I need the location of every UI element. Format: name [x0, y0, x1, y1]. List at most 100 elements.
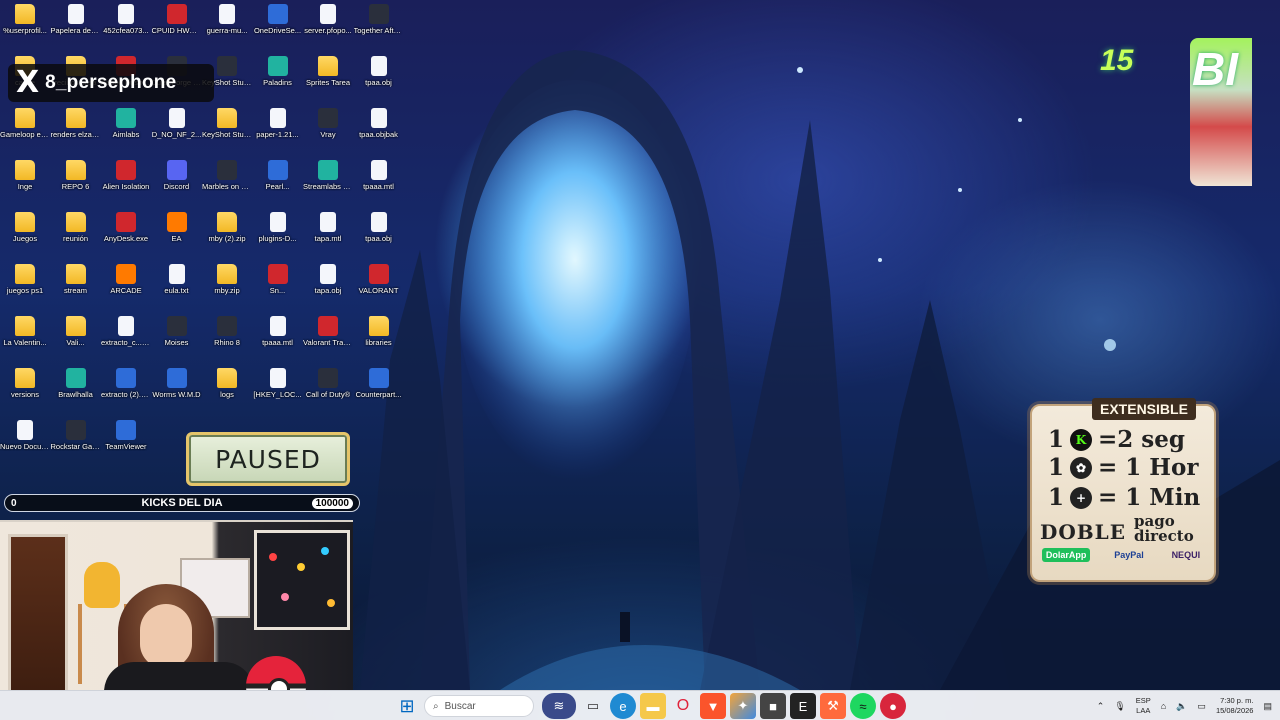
desktop-icon[interactable]: libraries — [354, 316, 404, 366]
start-button[interactable]: ⊞ — [394, 693, 420, 719]
desktop-icon[interactable]: Together After Dark — [354, 4, 404, 54]
app-icon — [267, 56, 288, 76]
desktop-icon[interactable]: mby (2).zip — [202, 212, 252, 262]
desktop-icon[interactable]: tpaa.obj — [354, 56, 404, 106]
file-explorer-icon[interactable]: ▬ — [640, 693, 666, 719]
desktop-icon[interactable]: tpaa.obj — [354, 212, 404, 262]
app-cube-icon[interactable]: ■ — [760, 693, 786, 719]
desktop-icon[interactable]: versions — [0, 368, 50, 418]
desktop-icon[interactable]: TeamViewer — [101, 420, 151, 470]
notification-icon[interactable]: ▤ — [1263, 701, 1272, 712]
desktop-icon[interactable]: OneDriveSe... — [253, 4, 303, 54]
desktop-icon[interactable]: Counterpart... — [354, 368, 404, 418]
desktop-icon[interactable]: [HKEY_LOC... — [253, 368, 303, 418]
chevron-up-icon[interactable]: ⌃ — [1097, 701, 1105, 712]
desktop-icon[interactable]: ARCADE — [101, 264, 151, 314]
desktop-icon-label: Rockstar Games... — [50, 442, 101, 451]
desktop-icon[interactable]: Inge — [0, 160, 50, 210]
desktop-icon[interactable]: mby.zip — [202, 264, 252, 314]
desktop-icon[interactable]: tpaaa.mtl — [253, 316, 303, 366]
desktop-icon-label: libraries — [365, 338, 392, 347]
desktop-icon[interactable]: Discord — [152, 160, 202, 210]
desktop-icon[interactable]: extracto (2).doc — [101, 368, 151, 418]
desktop-icon[interactable]: Nuevo Documen... — [0, 420, 50, 470]
desktop-icon[interactable]: tpaa.objbak — [354, 108, 404, 158]
desktop-icon[interactable]: Vray — [303, 108, 353, 158]
desktop-icon[interactable]: Sn... — [253, 264, 303, 314]
desktop-icon-label: Aimlabs — [112, 130, 140, 139]
desktop-icon[interactable]: Alien Isolation — [101, 160, 151, 210]
network-icon[interactable]: ⌂ — [1161, 701, 1166, 711]
desktop-icon-label: Streamlabs Desktop — [303, 182, 353, 191]
obs-icon[interactable]: ● — [880, 693, 906, 719]
opera-icon[interactable]: O — [670, 693, 696, 719]
desktop-icon[interactable]: eula.txt — [152, 264, 202, 314]
desktop-icon[interactable]: Gameloop emulador — [0, 108, 50, 158]
desktop-icon-label: tpaaa.mtl — [262, 338, 293, 347]
file-icon — [320, 212, 336, 232]
desktop-icon[interactable]: %userprofil... — [0, 4, 50, 54]
epic-games-icon[interactable]: E — [790, 693, 816, 719]
taskbar-search[interactable]: ⌕ Buscar — [424, 695, 534, 717]
microphone-icon[interactable]: 🎙 — [1114, 701, 1125, 712]
desktop-icon[interactable]: REPO 6 — [51, 160, 101, 210]
desktop-icon-label: Alien Isolation — [102, 182, 150, 191]
desktop-icon-label: Valorant Tracker — [303, 338, 353, 347]
desktop-icon[interactable]: Valorant Tracker — [303, 316, 353, 366]
brave-icon[interactable]: ▼ — [700, 693, 726, 719]
edge-icon[interactable]: e — [610, 693, 636, 719]
desktop-icon[interactable]: VALORANT — [354, 264, 404, 314]
desktop-icon[interactable]: renders elzapoato — [51, 108, 101, 158]
volume-icon[interactable]: 🔈 — [1176, 701, 1187, 712]
desktop-icon-label: tapa.obj — [314, 286, 342, 295]
desktop-icon[interactable]: Aimlabs — [101, 108, 151, 158]
copilot-icon[interactable]: ✦ — [730, 693, 756, 719]
folder-icon — [368, 316, 389, 336]
desktop-icon[interactable]: Juegos — [0, 212, 50, 262]
desktop-icon[interactable]: Sprites Tarea — [303, 56, 353, 106]
desktop-icon[interactable]: AnyDesk.exe — [101, 212, 151, 262]
battery-icon[interactable]: ▭ — [1197, 701, 1206, 712]
desktop-icon[interactable]: stream — [51, 264, 101, 314]
desktop-icon[interactable]: Rockstar Games... — [51, 420, 101, 470]
desktop-icon[interactable]: paper-1.21... — [253, 108, 303, 158]
desktop-icon[interactable]: reunión — [51, 212, 101, 262]
desktop-icon[interactable]: EA — [152, 212, 202, 262]
desktop-icon[interactable]: Papelera de reciclaje — [51, 4, 101, 54]
file-icon — [370, 108, 387, 128]
desktop-icon[interactable]: tpaaa.mtl — [354, 160, 404, 210]
desktop-icon[interactable]: tapa.obj — [303, 264, 353, 314]
widgets-icon[interactable]: ≋ — [542, 693, 576, 719]
task-view-icon[interactable]: ▭ — [580, 693, 606, 719]
desktop-icon[interactable]: Rhino 8 — [202, 316, 252, 366]
desktop-icon[interactable]: Streamlabs Desktop — [303, 160, 353, 210]
desktop-icon[interactable]: CPUID HWMonitor — [152, 4, 202, 54]
desktop-icon[interactable]: Paladins — [253, 56, 303, 106]
desktop-icon[interactable]: Vali... — [51, 316, 101, 366]
desktop-icon[interactable]: guerra-mu... — [202, 4, 252, 54]
desktop-icon-label: Juegos — [12, 234, 38, 243]
desktop-icon[interactable]: plugins-D... — [253, 212, 303, 262]
app-icon — [318, 160, 338, 180]
desktop-icon[interactable]: 452cfea073... — [101, 4, 151, 54]
desktop-icon[interactable]: juegos ps1 — [0, 264, 50, 314]
desktop-icon[interactable]: Brawlhalla — [51, 368, 101, 418]
desktop-icon[interactable]: Moises — [152, 316, 202, 366]
desktop-icon[interactable]: D_NO_NF_2... — [152, 108, 202, 158]
desktop-icon[interactable]: logs — [202, 368, 252, 418]
spotify-icon[interactable]: ≈ — [850, 693, 876, 719]
desktop-icon[interactable]: La Valentin... — [0, 316, 50, 366]
desktop-icon[interactable]: Marbles on Stream — [202, 160, 252, 210]
desktop-icon[interactable]: extracto_c... 8).pdf — [101, 316, 151, 366]
language-indicator[interactable]: ESP LAA — [1136, 696, 1151, 716]
desktop-icon[interactable]: tapa.mtl — [303, 212, 353, 262]
curseforge-icon[interactable]: ⚒ — [820, 693, 846, 719]
clock[interactable]: 7:30 p. m. 15/08/2026 — [1216, 696, 1254, 716]
desktop-icon[interactable]: KeyShot Studio R... — [202, 108, 252, 158]
desktop-icon-label: Brawlhalla — [58, 390, 93, 399]
desktop-icon[interactable]: Pearl... — [253, 160, 303, 210]
desktop-icon[interactable]: server.pfopo... — [303, 4, 353, 54]
desktop-icon[interactable]: Worms W.M.D — [152, 368, 202, 418]
desktop-icon-label: Together After Dark — [353, 26, 404, 35]
desktop-icon[interactable]: Call of Duty® — [303, 368, 353, 418]
